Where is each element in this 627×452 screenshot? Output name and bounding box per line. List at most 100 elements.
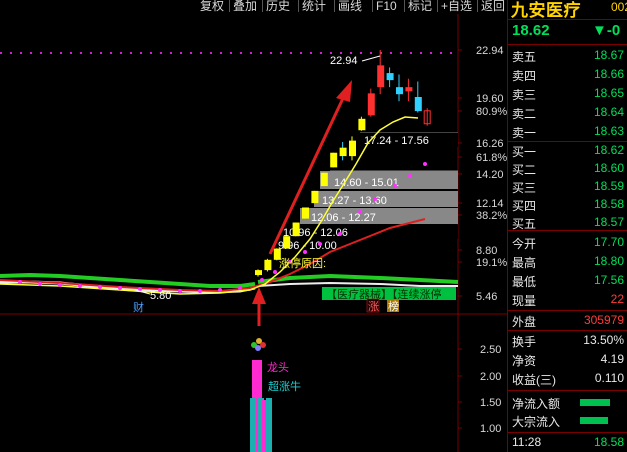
candle-body bbox=[283, 236, 291, 249]
quote-stat-label: 最低 bbox=[512, 275, 537, 289]
price-axis-label: 80.9% bbox=[476, 106, 507, 118]
kline-chart-svg: 22.94 19.6080.9% 16.26 61.8% 14.20 12.1438.2%… bbox=[0, 14, 507, 452]
last-tick-price: 18.58 bbox=[593, 435, 624, 449]
ma-dot bbox=[178, 289, 182, 293]
current-price: 18.62 bbox=[512, 22, 550, 39]
toolbar-button-2[interactable]: 历史 bbox=[266, 0, 290, 13]
candle-body bbox=[358, 118, 366, 131]
quote-stat-value: 17.70 bbox=[593, 235, 624, 249]
toolbar-button-8[interactable]: 返回 bbox=[481, 0, 505, 13]
metric-label: 净资 bbox=[512, 354, 537, 368]
candle-body bbox=[330, 152, 338, 168]
bid-row[interactable]: 买一 18.62 bbox=[508, 142, 627, 159]
ma-dot bbox=[38, 282, 42, 286]
price-axis-label: 19.1% bbox=[476, 257, 507, 269]
toolbar-button-4[interactable]: 画线 bbox=[338, 0, 362, 13]
candle-body bbox=[311, 190, 319, 204]
low-price-label: 5.80 bbox=[150, 290, 171, 302]
divider bbox=[508, 330, 627, 331]
price-axis-label: 14.20 bbox=[476, 169, 504, 181]
ask-row[interactable]: 卖四 18.66 bbox=[508, 66, 627, 83]
ma-dot bbox=[98, 285, 102, 289]
quote-stat-row: 现量 22 bbox=[508, 291, 627, 308]
toolbar-button-6[interactable]: 标记 bbox=[408, 0, 432, 13]
price-axis-label: 61.8% bbox=[476, 152, 507, 164]
low-marker: 5.80 bbox=[134, 289, 171, 302]
ma-dot bbox=[260, 278, 264, 282]
stock-name: 九安医疗 bbox=[511, 1, 581, 20]
bid-row[interactable]: 买四 18.58 bbox=[508, 196, 627, 213]
bid-label: 买四 bbox=[512, 199, 537, 213]
concept-tag: 【医疗器械】【连续涨停 bbox=[322, 287, 456, 301]
candle-body bbox=[367, 93, 375, 116]
outer-volume-row: 外盘 305979 bbox=[508, 312, 627, 329]
ma-dot bbox=[423, 162, 427, 166]
candle-body bbox=[292, 222, 300, 237]
quote-stat-label: 现量 bbox=[512, 294, 537, 308]
limit-reason-label: 涨停原因: bbox=[279, 256, 326, 270]
ask-row[interactable]: 卖二 18.64 bbox=[508, 104, 627, 121]
divider bbox=[508, 310, 627, 311]
flow-row: 大宗流入 bbox=[508, 412, 627, 429]
last-tick-row: 11:28 18.58 bbox=[508, 434, 627, 451]
marker-cai[interactable]: 财 bbox=[133, 300, 144, 314]
flow-bar bbox=[580, 399, 610, 406]
toolbar-button-0[interactable]: 复权 bbox=[200, 0, 224, 13]
ma-dot bbox=[408, 174, 412, 178]
divider bbox=[508, 432, 627, 433]
metric-row: 收益(三) 0.110 bbox=[508, 370, 627, 387]
indicator-axis: 2.50 2.00 1.50 1.00 bbox=[458, 344, 501, 435]
ma-dot bbox=[318, 242, 322, 246]
bid-row[interactable]: 买三 18.59 bbox=[508, 178, 627, 195]
ask-row[interactable]: 卖一 18.63 bbox=[508, 123, 627, 140]
toolbar-button-1[interactable]: 叠加 bbox=[233, 0, 257, 13]
bid-row[interactable]: 买二 18.60 bbox=[508, 160, 627, 177]
indicator-axis-label: 1.00 bbox=[480, 423, 501, 435]
indicator-axis-label: 1.50 bbox=[480, 397, 501, 409]
toolbar-separator bbox=[437, 0, 438, 12]
ask-label: 卖二 bbox=[512, 107, 537, 121]
bid-row[interactable]: 买五 18.57 bbox=[508, 214, 627, 231]
flow-row: 净流入额 bbox=[508, 394, 627, 411]
ma-dot bbox=[18, 280, 22, 284]
price-axis-label: 16.26 bbox=[476, 138, 504, 150]
ma-dot bbox=[273, 270, 277, 274]
ask-price: 18.63 bbox=[593, 124, 624, 138]
ask-row[interactable]: 卖五 18.67 bbox=[508, 47, 627, 64]
signal-dot-blue-icon bbox=[255, 345, 261, 351]
bid-label: 买二 bbox=[512, 163, 537, 177]
candle-body bbox=[405, 87, 413, 92]
metric-value: 13.50% bbox=[583, 333, 624, 347]
indicator-axis-label: 2.00 bbox=[480, 371, 501, 383]
quote-stat-label: 最高 bbox=[512, 256, 537, 270]
ma-dot bbox=[338, 232, 342, 236]
high-marker: 22.94 bbox=[330, 55, 381, 67]
bid-price: 18.62 bbox=[593, 143, 624, 157]
candle-body bbox=[255, 270, 262, 276]
bid-price: 18.59 bbox=[593, 179, 624, 193]
toolbar-button-3[interactable]: 统计 bbox=[302, 0, 326, 13]
kline-chart[interactable]: 22.94 19.60 80.9% 16.26 61.8% 14.20 12.14 38.2%… bbox=[0, 14, 507, 452]
candle-body bbox=[414, 97, 422, 112]
quote-stat-label: 今开 bbox=[512, 237, 537, 251]
toolbar-button-7[interactable]: +自选 bbox=[441, 0, 472, 13]
price-axis-label: 5.46 bbox=[476, 291, 497, 303]
outer-volume-value: 305979 bbox=[583, 313, 624, 327]
ma-dot bbox=[78, 284, 82, 288]
toolbar-separator bbox=[477, 0, 478, 12]
flow-label: 大宗流入 bbox=[512, 415, 561, 429]
ma-dot bbox=[303, 250, 307, 254]
marker-bang[interactable]: 榜 bbox=[388, 299, 399, 313]
toolbar-button-5[interactable]: F10 bbox=[376, 0, 397, 13]
ask-row[interactable]: 卖三 18.65 bbox=[508, 85, 627, 102]
toolbar-separator bbox=[334, 0, 335, 12]
ma-dot bbox=[138, 287, 142, 291]
marker-zhang[interactable]: 涨 bbox=[368, 300, 379, 313]
metric-row: 净资 4.19 bbox=[508, 351, 627, 368]
ask-label: 卖四 bbox=[512, 69, 537, 83]
ma-dot bbox=[118, 286, 122, 290]
chaozhangniu-label: 超涨牛 bbox=[268, 379, 301, 393]
price-axis-label: 22.94 bbox=[476, 45, 504, 57]
signal-dot-red-icon bbox=[260, 342, 266, 348]
divider bbox=[508, 141, 627, 142]
